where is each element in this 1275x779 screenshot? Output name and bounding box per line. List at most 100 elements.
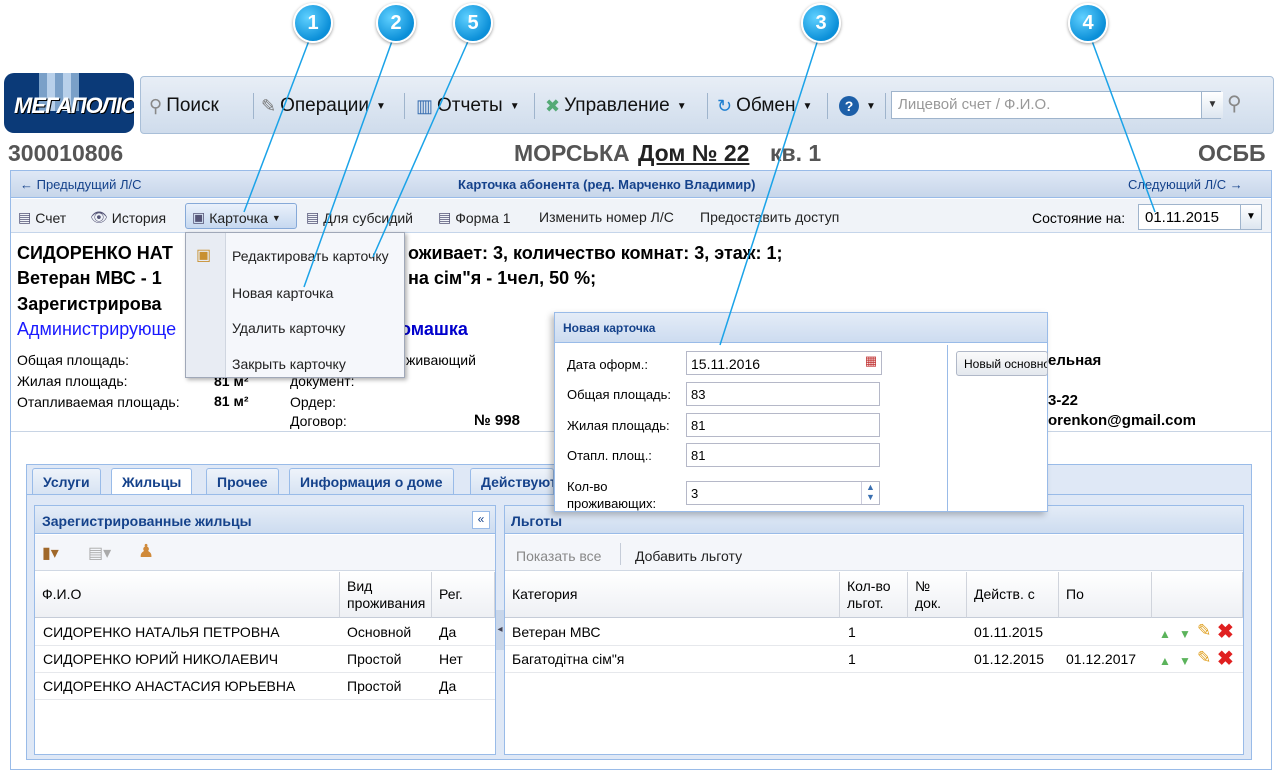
table-row[interactable]: СИДОРЕНКО ЮРИЙ НИКОЛАЕВИЧ Простой Нет: [35, 646, 495, 673]
dialog-title: Новая карточка: [563, 321, 656, 335]
next-account-link[interactable]: Следующий Л/С →: [1128, 177, 1243, 192]
state-date-dropdown[interactable]: ▼: [1240, 205, 1261, 229]
tab-active[interactable]: Действуют: [470, 468, 554, 494]
move-up-icon[interactable]: ▲: [1159, 627, 1171, 641]
eye-icon: 👁: [90, 209, 108, 225]
resident-reg: Да: [439, 624, 457, 640]
menu-item-edit-card[interactable]: Редактировать карточку: [232, 248, 389, 264]
tab-services[interactable]: Услуги: [32, 468, 101, 494]
col-header-doc[interactable]: № док.: [908, 572, 967, 618]
move-down-icon[interactable]: ▼: [1179, 627, 1191, 641]
account-search-input[interactable]: Лицевой счет / Ф.И.О.: [891, 91, 1221, 119]
menu-item-close-card[interactable]: Закрыть карточку: [232, 356, 346, 372]
edit-icon[interactable]: ✎: [1197, 648, 1211, 668]
admin-org-link[interactable]: омашка: [400, 319, 468, 340]
state-date-label: Состояние на:: [1032, 210, 1126, 226]
account-button[interactable]: ▤ Счет: [18, 209, 66, 226]
edit-icon[interactable]: ✎: [1197, 621, 1211, 641]
new-main-button[interactable]: Новый основной: [956, 351, 1048, 376]
resident-reg: Нет: [439, 651, 463, 667]
tab-residents[interactable]: Жильцы: [111, 468, 193, 495]
chevron-down-icon: ▼: [271, 212, 281, 223]
chevron-down-icon: ▼: [802, 100, 813, 112]
table-row[interactable]: Багатодітна сім"я 1 01.12.2015 01.12.201…: [505, 646, 1243, 673]
col-header-from[interactable]: Действ. с: [967, 572, 1059, 618]
search-dropdown-button[interactable]: ▼: [1201, 92, 1223, 118]
add-benefit-button[interactable]: Добавить льготу: [635, 548, 742, 564]
date-field[interactable]: 15.11.2016: [686, 351, 882, 375]
owner-name: СИДОРЕНКО НАТ: [17, 243, 173, 263]
delete-icon[interactable]: ✖: [1217, 619, 1234, 644]
table-row[interactable]: СИДОРЕНКО НАТАЛЬЯ ПЕТРОВНА Основной Да: [35, 619, 495, 646]
benefit-from: 01.11.2015: [974, 624, 1044, 640]
logo-text: МЕГАПОЛІС: [14, 93, 134, 118]
street-name: МОРСЬКА: [514, 140, 630, 166]
heated-area-field[interactable]: 81: [686, 443, 880, 467]
card-dropdown-menu: ▣ Редактировать карточку Новая карточка …: [185, 232, 405, 378]
email-value: orenkon@gmail.com: [1048, 412, 1196, 429]
separator: [534, 93, 535, 119]
residents-count-stepper[interactable]: 3: [686, 481, 880, 505]
reports-label: Отчеты: [437, 95, 503, 116]
total-area-label: Общая площадь:: [17, 352, 130, 368]
reports-menu[interactable]: ▥ Отчеты ▼: [416, 92, 520, 120]
collapse-panel-button[interactable]: «: [472, 511, 490, 529]
benefits-toolbar: [505, 535, 1243, 571]
benefit-category: Ветеран МВС: [512, 624, 601, 640]
tab-other[interactable]: Прочее: [206, 468, 279, 494]
menu-item-new-card[interactable]: Новая карточка: [232, 285, 333, 301]
chart-icon: ▥: [416, 95, 434, 116]
resident-name: СИДОРЕНКО АНАСТАСИЯ ЮРЬЕВНА: [43, 678, 296, 694]
add-person-icon[interactable]: ♟: [138, 541, 154, 562]
help-menu[interactable]: ? ▼: [839, 92, 876, 120]
admin-org-label: Администрирующе: [17, 319, 177, 339]
col-header-type[interactable]: Вид проживания: [340, 572, 432, 618]
calendar-icon[interactable]: ▦: [862, 353, 880, 372]
table-row[interactable]: Ветеран МВС 1 01.11.2015 ▲ ▼ ✎ ✖: [505, 619, 1243, 646]
separator: [707, 93, 708, 119]
house-link[interactable]: Дом № 22: [638, 140, 749, 167]
col-header-to[interactable]: По: [1059, 572, 1152, 618]
change-number-button[interactable]: Изменить номер Л/С: [539, 209, 674, 225]
total-area-field-label: Общая площадь:: [567, 387, 672, 402]
benefit-from: 01.12.2015: [974, 651, 1045, 667]
delete-icon[interactable]: ✖: [1217, 646, 1234, 671]
history-label: История: [111, 209, 167, 226]
resident-type: Простой: [347, 678, 402, 694]
menu-item-delete-card[interactable]: Удалить карточку: [232, 320, 345, 336]
door-icon[interactable]: ▮▾: [42, 543, 59, 563]
move-down-icon[interactable]: ▼: [1179, 654, 1191, 668]
stepper-arrows-icon[interactable]: ▲ ▼: [861, 482, 879, 504]
order-label: Ордер:: [290, 394, 336, 410]
search-menu[interactable]: ⚲ Поиск: [149, 92, 219, 120]
tab-house-info[interactable]: Информация о доме: [289, 468, 454, 494]
prev-account-link[interactable]: ← Предыдущий Л/С: [20, 177, 142, 192]
exchange-menu[interactable]: ↻ Обмен ▼: [717, 92, 812, 120]
operations-menu[interactable]: ✎ Операции ▼: [261, 92, 386, 120]
benefit-info-2: на сім"я - 1чел, 50 %;: [408, 268, 597, 288]
management-menu[interactable]: ✖ Управление ▼: [545, 92, 687, 120]
col-header-reg[interactable]: Рег.: [432, 572, 495, 618]
history-button[interactable]: 👁 История: [90, 209, 166, 226]
document-icon: ▤: [18, 209, 32, 225]
grant-access-button[interactable]: Предоставить доступ: [700, 209, 839, 225]
move-up-icon[interactable]: ▲: [1159, 654, 1171, 668]
subsidy-button[interactable]: ▤ Для субсидий: [306, 209, 413, 226]
form1-button[interactable]: ▤ Форма 1: [438, 209, 511, 226]
splitter-handle[interactable]: ◂: [496, 610, 504, 650]
col-header-count[interactable]: Кол-во льгот.: [840, 572, 908, 618]
card-title: Карточка абонента (ред. Марченко Владими…: [458, 177, 756, 192]
show-all-button[interactable]: Показать все: [516, 548, 601, 564]
col-header-fio[interactable]: Ф.И.О: [35, 572, 340, 618]
living-area-field[interactable]: 81: [686, 413, 880, 437]
residents-title: Зарегистрированные жильцы: [42, 513, 252, 529]
total-area-field[interactable]: 83: [686, 382, 880, 406]
search-go-icon[interactable]: ⚲: [1227, 91, 1242, 116]
edit-doc-icon[interactable]: ▤▾: [88, 543, 111, 563]
contract-label: Договор:: [290, 413, 347, 429]
resident-reg: Да: [439, 678, 457, 694]
col-header-category[interactable]: Категория: [505, 572, 840, 618]
table-row[interactable]: СИДОРЕНКО АНАСТАСИЯ ЮРЬЕВНА Простой Да: [35, 673, 495, 700]
card-button-content[interactable]: ▣ Карточка ▼: [192, 209, 281, 226]
benefit-info: Ветеран МВС - 1: [17, 268, 162, 288]
